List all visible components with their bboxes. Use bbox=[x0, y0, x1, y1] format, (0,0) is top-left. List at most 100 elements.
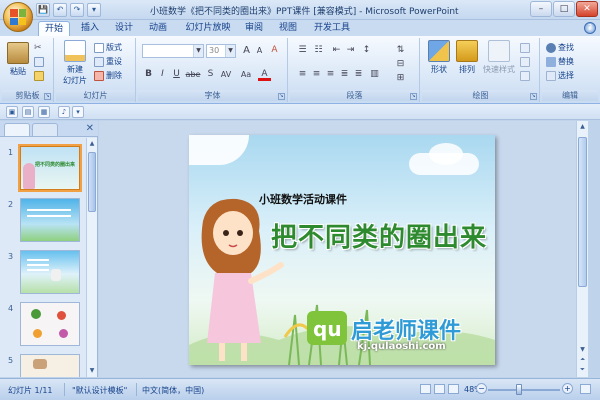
tab-design[interactable]: 设计 bbox=[110, 21, 138, 36]
shrink-font-button[interactable]: A bbox=[253, 44, 266, 57]
slide-thumb-2[interactable] bbox=[20, 198, 80, 242]
cut-button[interactable]: ✂ bbox=[34, 42, 44, 54]
font-color-button[interactable]: A bbox=[258, 68, 271, 81]
shape-outline-button[interactable] bbox=[520, 56, 530, 68]
normal-view-icon[interactable]: ▣ bbox=[6, 106, 18, 118]
decrease-indent-icon[interactable]: ⇤ bbox=[330, 44, 343, 57]
paste-button[interactable]: 粘贴 bbox=[6, 42, 30, 77]
increase-indent-icon[interactable]: ⇥ bbox=[344, 44, 357, 57]
help-icon[interactable]: ? bbox=[584, 22, 596, 34]
align-text-icon[interactable]: ⊟ bbox=[394, 58, 407, 71]
picture-icon[interactable]: ▦ bbox=[38, 106, 50, 118]
office-button[interactable] bbox=[3, 2, 33, 32]
scroll-up-icon[interactable]: ▲ bbox=[87, 139, 97, 149]
slide-subtitle[interactable]: 小班数学活动课件 bbox=[259, 191, 347, 207]
close-pane-icon[interactable]: ✕ bbox=[86, 123, 94, 134]
font-dialog-launcher[interactable]: ↘ bbox=[278, 93, 285, 100]
zoom-in-button[interactable]: + bbox=[562, 383, 573, 394]
undo-icon[interactable]: ↶ bbox=[53, 3, 67, 17]
next-slide-icon[interactable]: ⏷ bbox=[577, 365, 588, 375]
smartart-icon[interactable]: ⊞ bbox=[394, 72, 407, 85]
clear-format-button[interactable]: A bbox=[268, 44, 281, 57]
font-size-combo[interactable]: 30 ▼ bbox=[206, 44, 236, 58]
language-indicator[interactable]: 中文(简体，中国) bbox=[142, 385, 204, 396]
columns-icon[interactable]: ▥ bbox=[368, 68, 381, 81]
slide-thumb-1[interactable]: 把不同类的圈出来 bbox=[18, 144, 82, 192]
font-name-combo[interactable]: ▼ bbox=[142, 44, 204, 58]
tab-slideshow[interactable]: 幻灯片放映 bbox=[180, 21, 236, 36]
sound-icon[interactable]: ♪ bbox=[58, 106, 70, 118]
grow-font-button[interactable]: A bbox=[240, 44, 253, 57]
change-case-button[interactable]: Aa bbox=[238, 68, 254, 81]
line-spacing-icon[interactable]: ↕ bbox=[360, 44, 373, 57]
text-direction-icon[interactable]: ⇅ bbox=[394, 44, 407, 57]
tab-slides[interactable] bbox=[4, 123, 30, 136]
select-button[interactable]: 选择 bbox=[546, 70, 574, 82]
redo-icon[interactable]: ↷ bbox=[70, 3, 84, 17]
tab-review[interactable]: 审阅 bbox=[240, 21, 268, 36]
fit-to-window-button[interactable] bbox=[580, 384, 591, 394]
close-button[interactable]: ✕ bbox=[576, 1, 598, 17]
tab-outline[interactable] bbox=[32, 123, 58, 136]
char-spacing-button[interactable]: AV bbox=[218, 68, 234, 81]
shape-effects-button[interactable] bbox=[520, 70, 530, 82]
delete-slide-button[interactable]: 删除 bbox=[94, 70, 122, 82]
strikethrough-button[interactable]: abe bbox=[184, 68, 202, 81]
align-center-icon[interactable]: ≡ bbox=[310, 68, 323, 81]
zoom-out-button[interactable]: − bbox=[476, 383, 487, 394]
layout-button[interactable]: 版式 bbox=[94, 42, 122, 54]
find-button[interactable]: 查找 bbox=[546, 42, 574, 54]
bold-button[interactable]: B bbox=[142, 68, 155, 81]
save-icon[interactable]: 💾 bbox=[36, 3, 50, 17]
editor-scrollbar[interactable]: ▲ ▼ ⏶ ⏷ bbox=[576, 121, 588, 377]
slide-title[interactable]: 把不同类的圈出来 bbox=[271, 217, 487, 254]
italic-button[interactable]: I bbox=[156, 68, 169, 81]
tab-developer[interactable]: 开发工具 bbox=[310, 21, 354, 36]
scroll-down-icon[interactable]: ▼ bbox=[577, 345, 588, 355]
shadow-button[interactable]: S bbox=[204, 68, 217, 81]
quick-styles-button[interactable]: 快速样式 bbox=[480, 40, 518, 75]
zoom-slider-handle[interactable] bbox=[516, 384, 522, 395]
replace-button[interactable]: 替换 bbox=[546, 56, 574, 68]
customize-qat-icon[interactable]: ▾ bbox=[87, 3, 101, 17]
maximize-button[interactable]: □ bbox=[553, 1, 575, 17]
arrange-button[interactable]: 排列 bbox=[454, 40, 480, 75]
tab-view[interactable]: 视图 bbox=[274, 21, 302, 36]
justify-icon[interactable]: ≣ bbox=[338, 68, 351, 81]
drawing-dialog-launcher[interactable]: ↘ bbox=[530, 93, 537, 100]
previous-slide-icon[interactable]: ⏶ bbox=[577, 355, 588, 365]
align-left-icon[interactable]: ≡ bbox=[296, 68, 309, 81]
shapes-button[interactable]: 形状 bbox=[426, 40, 452, 75]
distribute-icon[interactable]: ≣ bbox=[352, 68, 365, 81]
slide-thumb-4[interactable] bbox=[20, 302, 80, 346]
copy-button[interactable] bbox=[34, 56, 44, 68]
underline-button[interactable]: U bbox=[170, 68, 183, 81]
scroll-thumb[interactable] bbox=[578, 137, 587, 287]
slide-sorter-view-button[interactable] bbox=[434, 384, 445, 394]
paragraph-dialog-launcher[interactable]: ↘ bbox=[410, 93, 417, 100]
tab-insert[interactable]: 插入 bbox=[76, 21, 104, 36]
align-right-icon[interactable]: ≡ bbox=[324, 68, 337, 81]
scroll-down-icon[interactable]: ▼ bbox=[87, 366, 97, 376]
clipboard-dialog-launcher[interactable]: ↘ bbox=[44, 93, 51, 100]
shape-fill-button[interactable] bbox=[520, 42, 530, 54]
thumbnails-scrollbar[interactable]: ▲ ▼ bbox=[86, 138, 97, 377]
slideshow-view-button[interactable] bbox=[448, 384, 459, 394]
scroll-thumb[interactable] bbox=[88, 152, 96, 212]
normal-view-button[interactable] bbox=[420, 384, 431, 394]
zoom-slider[interactable] bbox=[488, 389, 560, 391]
slide-thumb-3[interactable] bbox=[20, 250, 80, 294]
scroll-up-icon[interactable]: ▲ bbox=[577, 122, 588, 132]
dropdown-icon[interactable]: ▾ bbox=[72, 106, 84, 118]
numbering-icon[interactable]: ☷ bbox=[312, 44, 325, 57]
current-slide[interactable]: 小班数学活动课件 把不同类的圈出来 qu 启老师课件 kj.qulaoshi.c… bbox=[189, 135, 495, 365]
new-slide-button[interactable]: 新建 幻灯片 bbox=[60, 40, 90, 86]
outline-view-icon[interactable]: ▤ bbox=[22, 106, 34, 118]
bullets-icon[interactable]: ☰ bbox=[296, 44, 309, 57]
minimize-button[interactable]: – bbox=[530, 1, 552, 17]
format-painter-button[interactable] bbox=[34, 70, 44, 82]
reset-button[interactable]: 重设 bbox=[94, 56, 122, 68]
tab-home[interactable]: 开始 bbox=[38, 21, 70, 36]
slide-thumb-5[interactable] bbox=[20, 354, 80, 377]
tab-animation[interactable]: 动画 bbox=[144, 21, 172, 36]
